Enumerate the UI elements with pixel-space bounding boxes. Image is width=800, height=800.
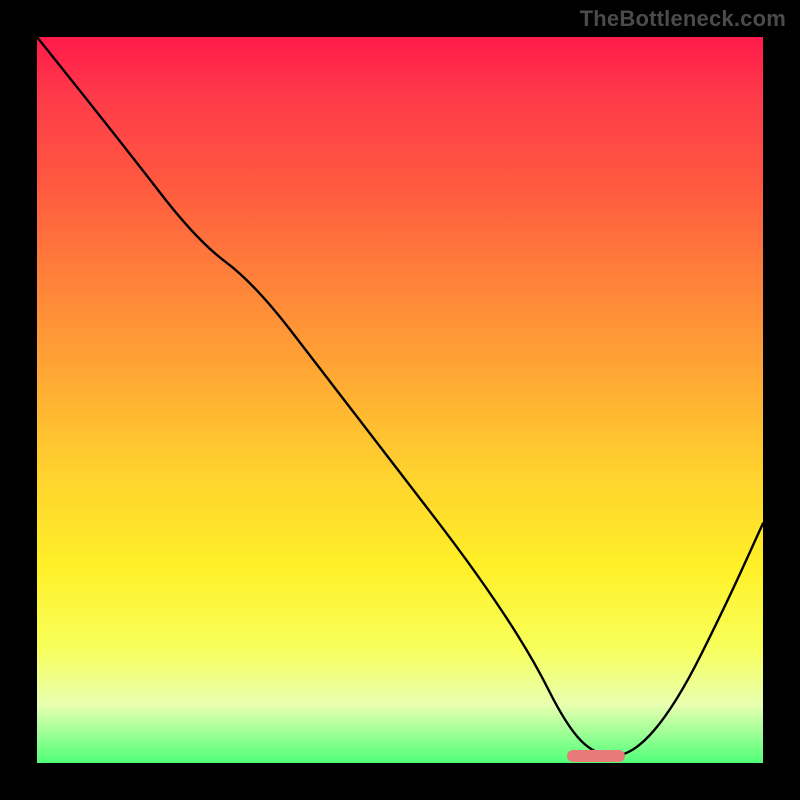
chart-container: TheBottleneck.com (0, 0, 800, 800)
plot-area (37, 37, 763, 763)
bottleneck-curve (37, 37, 763, 763)
watermark-label: TheBottleneck.com (580, 6, 786, 32)
optimal-range-marker (567, 750, 625, 762)
